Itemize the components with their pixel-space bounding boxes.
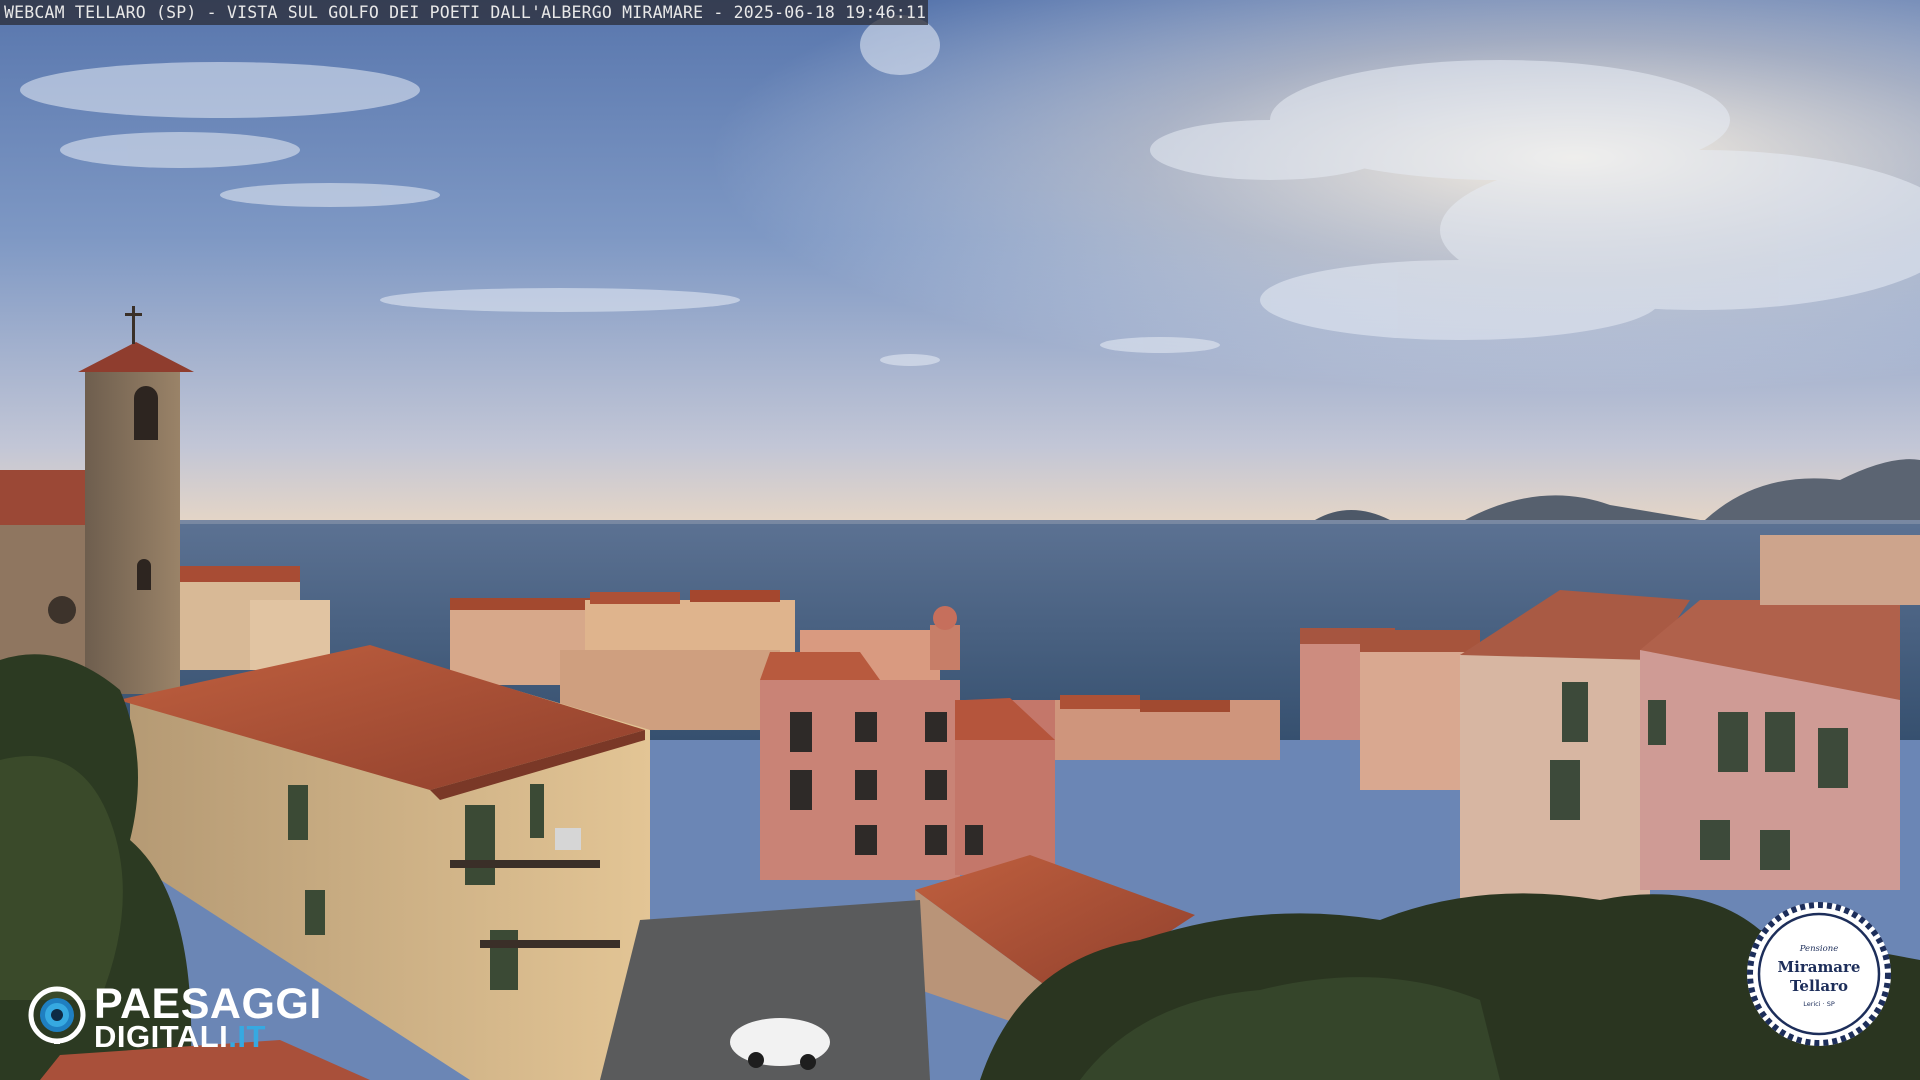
webcam-scene [0,0,1920,1080]
logo-text-line2: DIGITALI.IT [94,1020,266,1054]
webcam-caption: WEBCAM TELLARO (SP) - VISTA SUL GOLFO DE… [0,0,928,25]
seal-small-top: Pensione [1799,944,1839,954]
paesaggi-digitali-logo: PAESAGGI DIGITALI.IT [28,982,348,1054]
webcam-frame: WEBCAM TELLARO (SP) - VISTA SUL GOLFO DE… [0,0,1920,1080]
camera-lens-icon [28,986,86,1044]
logo-text-tld: .IT [228,1019,266,1054]
miramare-tellaro-seal: Pensione Miramare Tellaro Lerici · SP [1745,900,1893,1048]
seal-small-bottom: Lerici · SP [1803,1000,1835,1008]
seal-name-line1: Miramare [1778,958,1861,976]
logo-text-digitali: DIGITALI [94,1019,229,1054]
seal-name-line2: Tellaro [1790,977,1848,995]
